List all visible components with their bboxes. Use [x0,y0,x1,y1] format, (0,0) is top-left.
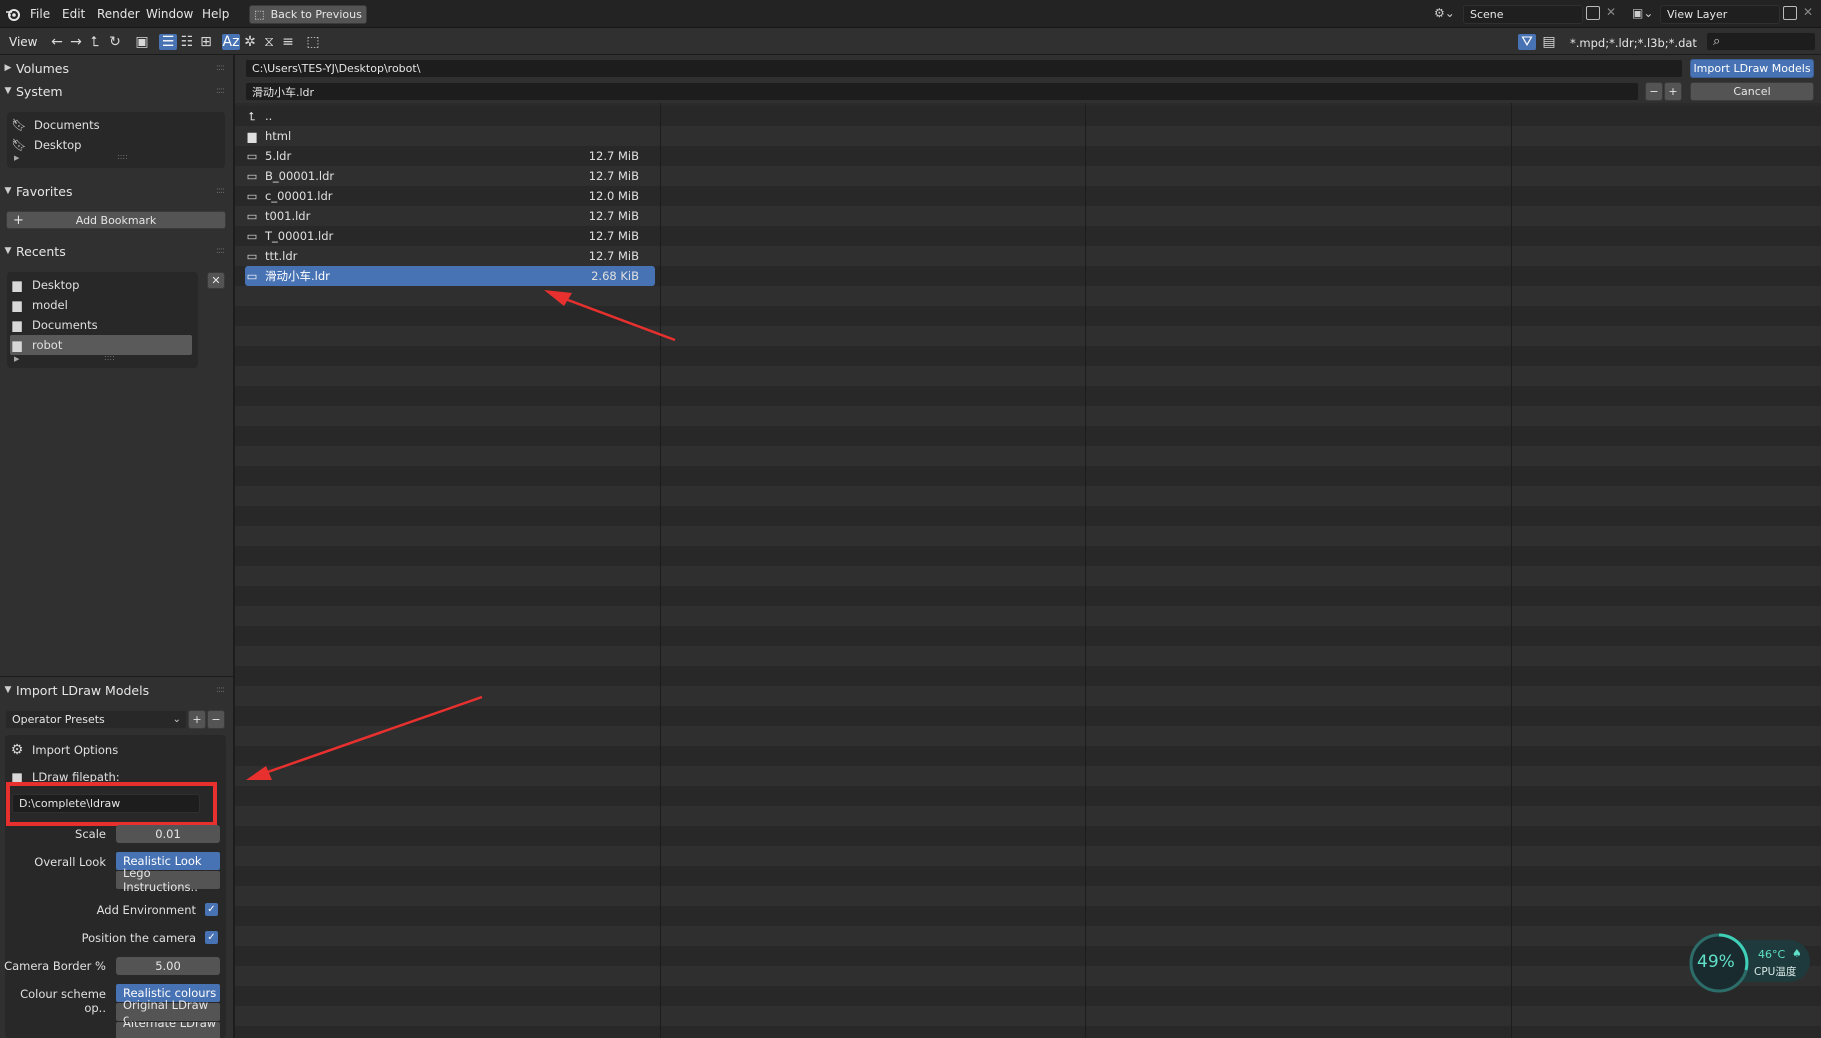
leaf-icon: ♠ [1792,947,1802,960]
annotation-arrow-to-file [544,290,676,342]
cpu-temperature: 46°C [1758,948,1786,961]
cpu-temperature-widget: 49% 46°C ♠ CPU温度 [1686,932,1814,994]
annotation-arrows [246,290,676,780]
cpu-label: CPU温度 [1754,966,1797,978]
cpu-percent: 49% [1697,952,1735,972]
annotation-arrow-to-filepath [246,695,483,780]
